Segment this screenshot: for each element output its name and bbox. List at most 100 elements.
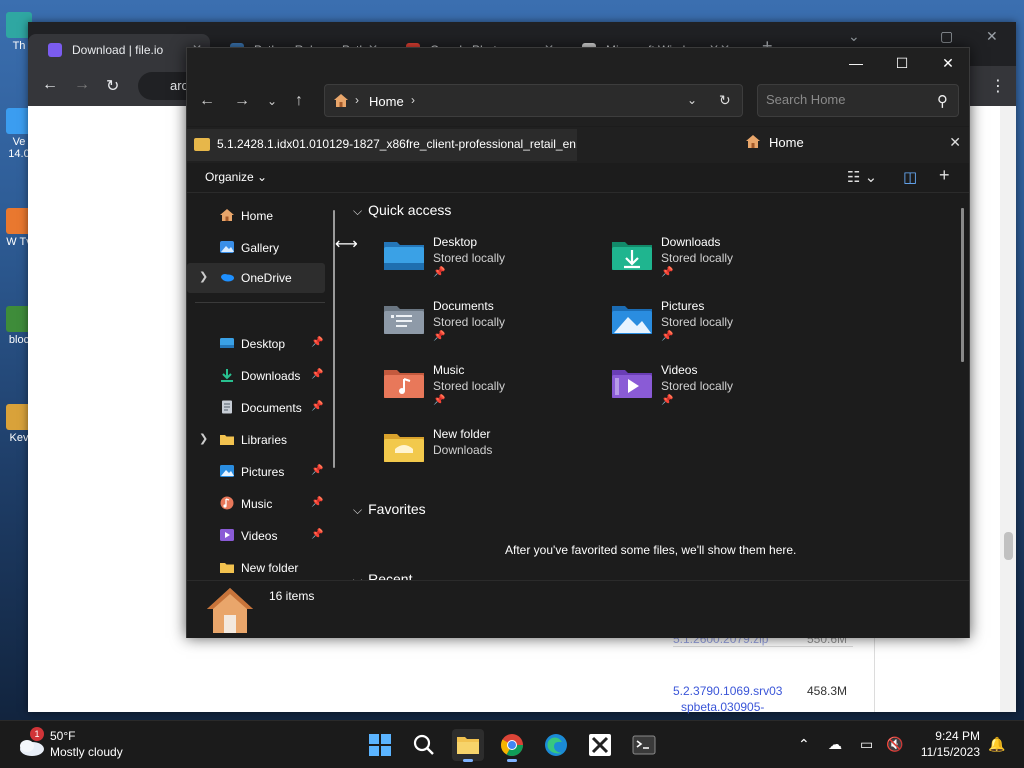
- chevron-right-icon[interactable]: ❯: [199, 432, 208, 445]
- quick-access-tile[interactable]: Documents Stored locally 📌: [383, 299, 593, 355]
- quick-access-tile[interactable]: Music Stored locally 📌: [383, 363, 593, 419]
- search-icon[interactable]: ⚲: [937, 92, 948, 110]
- taskbar-chrome[interactable]: [496, 729, 528, 762]
- maximize-icon[interactable]: ☐: [879, 51, 925, 75]
- search-input[interactable]: [766, 92, 926, 107]
- plus-icon[interactable]: +: [939, 165, 950, 186]
- section-header-favorites[interactable]: ⌵ Favorites: [353, 501, 426, 518]
- tab-home[interactable]: Home: [745, 135, 804, 150]
- nav-item-desktop[interactable]: Desktop 📌: [187, 329, 325, 359]
- section-header-quick-access[interactable]: ⌵ Quick access: [353, 202, 451, 219]
- pin-icon[interactable]: 📌: [311, 497, 323, 508]
- music-folder-icon: [220, 496, 234, 510]
- search-box[interactable]: ⚲: [757, 84, 959, 117]
- tile-subtitle: Stored locally: [661, 251, 734, 265]
- section-title: Quick access: [368, 202, 452, 218]
- maximize-icon[interactable]: ▢: [940, 28, 953, 45]
- weather-temp: 50°F: [50, 729, 76, 743]
- chevron-right-icon[interactable]: ›: [411, 93, 415, 107]
- minimize-icon[interactable]: —: [833, 51, 879, 75]
- pin-icon[interactable]: 📌: [311, 401, 323, 412]
- chevron-down-icon[interactable]: ⌄: [267, 92, 277, 110]
- quick-access-tile[interactable]: New folder Downloads: [383, 427, 593, 483]
- file-link[interactable]: spbeta.030905-: [681, 700, 764, 714]
- network-icon[interactable]: ▭: [860, 736, 873, 753]
- close-icon[interactable]: ✕: [986, 28, 998, 45]
- nav-item-music[interactable]: Music 📌: [187, 489, 325, 519]
- status-bar: 16 items: [187, 580, 969, 638]
- zip-folder-icon: [194, 138, 210, 151]
- quick-access-tile[interactable]: Videos Stored locally 📌: [611, 363, 821, 419]
- divider: [673, 646, 853, 647]
- pin-icon: 📌: [433, 267, 446, 278]
- nav-item-libraries[interactable]: ❯ Libraries: [187, 425, 325, 455]
- nav-item-downloads[interactable]: Downloads 📌: [187, 361, 325, 391]
- organize-button[interactable]: Organize ⌄: [205, 170, 267, 184]
- view-options-icon[interactable]: ☷ ⌄: [847, 168, 877, 186]
- browser-scrollbar[interactable]: [1000, 106, 1016, 712]
- notification-bell-icon[interactable]: 🔔: [988, 736, 1005, 753]
- quick-access-tile[interactable]: Desktop Stored locally 📌: [383, 235, 593, 291]
- libraries-folder-icon: [220, 435, 234, 445]
- nav-item-gallery[interactable]: Gallery: [187, 233, 325, 263]
- nav-item-onedrive[interactable]: ❯ OneDrive: [187, 263, 325, 293]
- back-arrow-icon[interactable]: ←: [42, 76, 58, 94]
- file-link[interactable]: 5.2.3790.1069.srv03: [673, 684, 782, 698]
- browser-tab[interactable]: Download | file.io ✕: [28, 34, 210, 66]
- nav-item-pictures[interactable]: Pictures 📌: [187, 457, 325, 487]
- nav-item-new-folder[interactable]: New folder: [187, 553, 325, 580]
- nav-item-home[interactable]: Home: [187, 201, 325, 231]
- quick-access-tile[interactable]: Downloads Stored locally 📌: [611, 235, 821, 291]
- pin-icon[interactable]: 📌: [311, 529, 323, 540]
- chevron-down-icon[interactable]: ⌄: [687, 93, 697, 107]
- home-icon: [207, 588, 253, 633]
- section-header-recent[interactable]: ⌵ Recent: [353, 571, 412, 580]
- close-icon[interactable]: ✕: [925, 51, 971, 75]
- nav-item-videos[interactable]: Videos 📌: [187, 521, 325, 551]
- chevron-right-icon[interactable]: ❯: [199, 270, 208, 283]
- tab-zip-archive[interactable]: 5.1.2428.1.idx01.010129-1827_x86fre_clie…: [187, 129, 577, 161]
- back-arrow-icon[interactable]: ←: [199, 92, 215, 110]
- taskbar-terminal[interactable]: [628, 729, 660, 761]
- forward-arrow-icon[interactable]: →: [74, 76, 90, 94]
- quick-access-tile[interactable]: Pictures Stored locally 📌: [611, 299, 821, 355]
- nav-label: Libraries: [241, 433, 288, 447]
- taskbar: 1 50°F Mostly cloudy ⌃ ☁ ▭ 🔇 9:24 PM 11/…: [0, 720, 1024, 768]
- terminal-icon: [632, 735, 656, 755]
- pin-icon[interactable]: 📌: [311, 369, 323, 380]
- more-options-icon[interactable]: ⋮: [990, 76, 1006, 96]
- forward-arrow-icon[interactable]: →: [234, 92, 250, 110]
- chevron-down-icon[interactable]: ⌄: [848, 28, 860, 45]
- pictures-folder-icon: [220, 465, 234, 477]
- documents-folder-icon: [384, 306, 424, 334]
- onedrive-status-icon[interactable]: ☁: [828, 736, 842, 753]
- content-scrollbar[interactable]: [961, 208, 964, 362]
- tile-subtitle: Stored locally: [433, 315, 506, 329]
- search-button[interactable]: [408, 729, 440, 761]
- taskbar-edge[interactable]: [540, 729, 572, 761]
- scrollbar-thumb[interactable]: [1004, 532, 1013, 560]
- desktop-icon-label: Ve 14.0: [8, 136, 30, 160]
- taskbar-snipping-tool[interactable]: [584, 729, 616, 761]
- nav-label: Gallery: [241, 241, 280, 255]
- nav-label: Downloads: [241, 369, 301, 383]
- section-title: Recent: [368, 571, 413, 580]
- nav-item-documents[interactable]: Documents 📌: [187, 393, 325, 423]
- up-arrow-icon[interactable]: ↑: [295, 92, 303, 110]
- address-bar[interactable]: › Home › ⌄ ↻: [324, 84, 743, 117]
- weather-condition: Mostly cloudy: [50, 745, 123, 759]
- details-pane-icon[interactable]: ◫: [903, 168, 917, 186]
- chevron-up-icon[interactable]: ⌃: [798, 736, 810, 753]
- pin-icon: 📌: [433, 331, 446, 342]
- reload-icon[interactable]: ↻: [106, 76, 119, 96]
- refresh-icon[interactable]: ↻: [719, 92, 731, 109]
- breadcrumb[interactable]: Home: [369, 94, 404, 109]
- pin-icon[interactable]: 📌: [311, 337, 323, 348]
- pin-icon[interactable]: 📌: [311, 465, 323, 476]
- downloads-folder-icon: [612, 242, 652, 270]
- system-clock[interactable]: 9:24 PM 11/15/2023: [920, 729, 980, 759]
- taskbar-file-explorer[interactable]: [452, 729, 484, 762]
- close-icon[interactable]: ✕: [949, 134, 961, 151]
- start-button[interactable]: [364, 729, 396, 761]
- volume-icon[interactable]: 🔇: [886, 736, 903, 753]
